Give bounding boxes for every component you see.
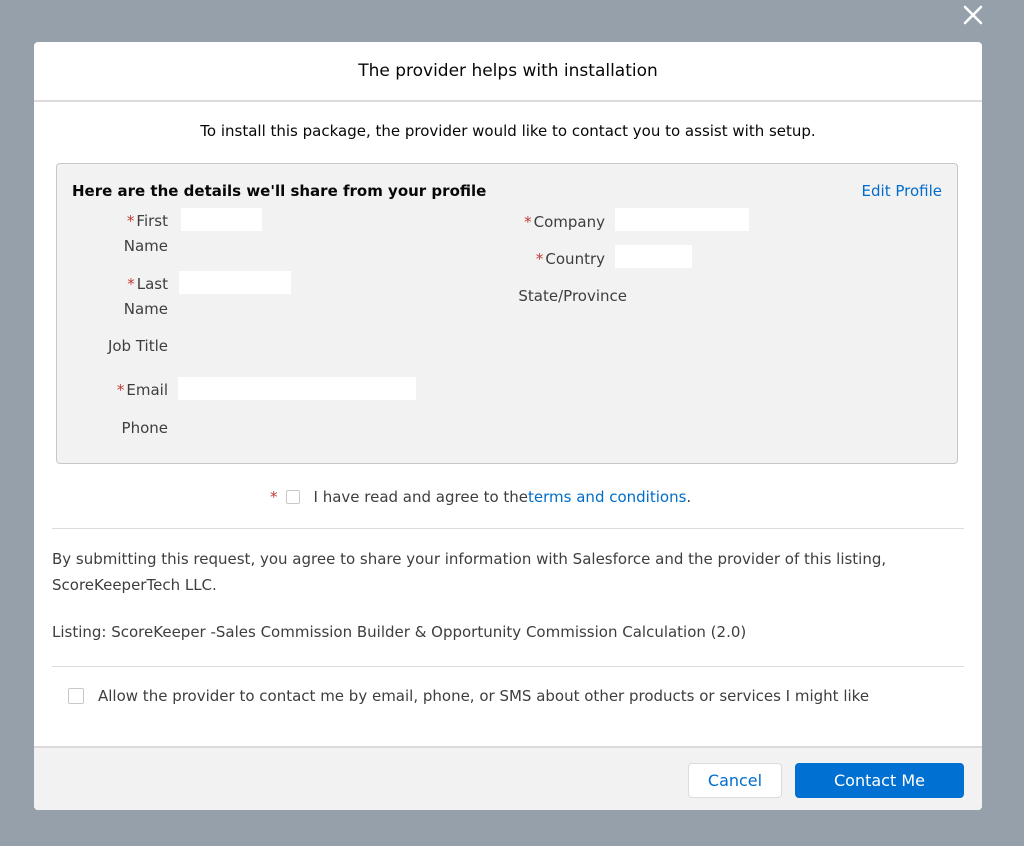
country-label: * Country [535,250,605,268]
email-value [178,377,416,400]
modal-title: The provider helps with installation [34,42,982,102]
close-icon [963,5,983,25]
install-modal: The provider helps with installation To … [34,42,982,810]
divider [52,528,964,529]
country-value [615,245,692,268]
profile-heading: Here are the details we'll share from yo… [72,182,487,200]
consent-checkbox[interactable] [68,688,84,704]
terms-link[interactable]: terms and conditions [528,488,686,506]
profile-details-panel: Here are the details we'll share from yo… [56,163,958,464]
terms-text: I have read and agree to the [313,488,529,506]
last-name-value [179,271,291,294]
job-title-label: Job Title [107,337,168,355]
company-label: * Company [524,213,605,231]
phone-label: Phone [121,419,168,437]
cancel-button[interactable]: Cancel [688,763,782,798]
divider [52,666,964,667]
email-label: * Email [116,381,168,399]
last-name-label: * Last Name [123,275,168,318]
required-marker: * [535,250,544,268]
modal-footer: Cancel Contact Me [34,746,982,810]
consent-text: Allow the provider to contact me by emai… [98,687,870,705]
contact-me-button[interactable]: Contact Me [795,763,964,798]
state-province-label: State/Province [518,287,627,305]
required-marker: * [524,213,532,231]
close-button[interactable] [956,0,990,30]
disclaimer-text: By submitting this request, you agree to… [52,550,887,594]
required-marker: * [270,488,278,506]
required-marker: * [126,212,135,230]
company-value [615,208,749,231]
intro-text: To install this package, the provider wo… [200,122,816,140]
first-name-label: * First Name [123,212,168,255]
terms-checkbox[interactable] [285,490,300,504]
marketing-consent: Allow the provider to contact me by emai… [68,687,869,705]
edit-profile-link[interactable]: Edit Profile [862,182,942,200]
required-marker: * [116,381,125,399]
listing-text: Listing: ScoreKeeper -Sales Commission B… [52,623,747,641]
first-name-value [181,208,262,231]
terms-agreement: * I have read and agree to the terms and… [270,488,692,506]
required-marker: * [127,275,135,293]
